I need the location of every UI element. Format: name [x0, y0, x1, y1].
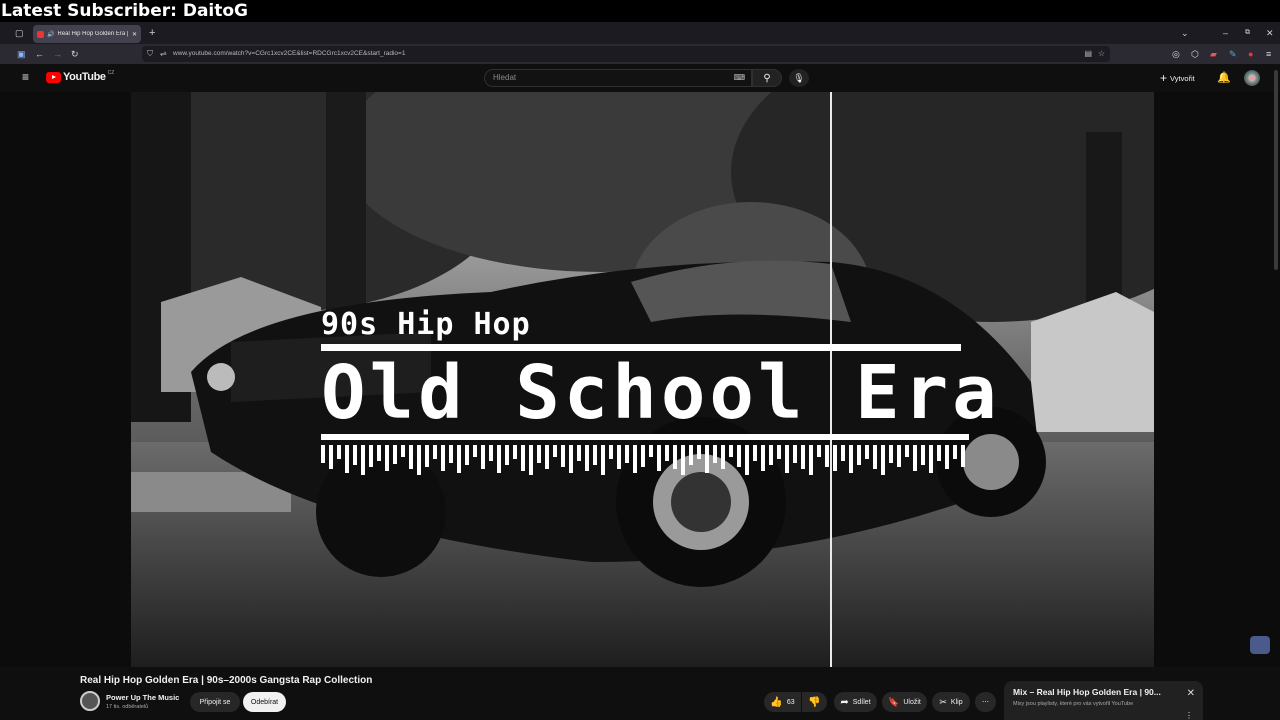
more-actions-button[interactable]: ⋯ [975, 692, 996, 712]
stream-overlay-banner: Latest Subscriber: DaitoG [0, 0, 1280, 22]
like-button[interactable]: 👍 63 [764, 692, 801, 712]
thumbs-up-icon: 👍 [770, 696, 783, 708]
more-horizontal-icon: ⋯ [982, 699, 989, 706]
search-icon: ⚲ [763, 72, 771, 84]
share-label: Sdílet [852, 698, 871, 706]
create-label: Vytvořit [1170, 73, 1195, 83]
close-icon[interactable]: ✕ [1187, 688, 1195, 699]
scrollbar[interactable] [1274, 70, 1278, 270]
player-backdrop-right [1154, 92, 1280, 667]
browser-nav-bar: ▣ ← → ↻ ⛉ ⇌ www.youtube.com/watch?v=CGrc… [0, 44, 1280, 64]
minimize-icon[interactable]: – [1223, 26, 1228, 40]
app-menu-icon[interactable]: ≡ [1266, 47, 1271, 61]
join-button[interactable]: Připojit se [190, 692, 240, 712]
plus-icon: + [1160, 71, 1168, 85]
thumbnail-line2: Old School Era [321, 350, 1001, 436]
speaker-icon[interactable]: 🔊 [47, 31, 54, 38]
more-vertical-icon[interactable]: ⋮ [1185, 711, 1193, 720]
bookmark-star-icon[interactable]: ☆ [1098, 46, 1105, 62]
extensions-icon[interactable]: ⬡ [1191, 47, 1199, 61]
account-icon[interactable]: ◎ [1172, 47, 1180, 61]
search-placeholder: Hledat [493, 73, 517, 82]
url-bar[interactable]: ⛉ ⇌ www.youtube.com/watch?v=CGrc1xcv2CE&… [142, 46, 1110, 62]
list-tabs-icon[interactable]: ⌄ [1181, 26, 1189, 40]
country-code: CZ [107, 70, 115, 76]
extension-blue-icon[interactable]: ✎ [1229, 47, 1237, 61]
notifications-bell-icon[interactable]: 🔔 [1217, 71, 1231, 84]
save-label: Uložit [903, 698, 921, 706]
youtube-play-icon [46, 71, 61, 83]
back-icon[interactable]: ← [35, 47, 44, 61]
subscribe-label: Odebírat [250, 698, 279, 706]
reload-icon[interactable]: ↻ [71, 47, 79, 61]
scissors-icon: ✂ [939, 696, 947, 707]
close-window-icon[interactable]: ✕ [1266, 26, 1274, 40]
floating-widget-icon[interactable] [1250, 636, 1270, 654]
extension-red-icon[interactable]: ▰ [1210, 47, 1217, 61]
thumbs-down-icon: 👎 [808, 696, 821, 708]
browser-tab-strip: ▢ 🔊 Real Hip Hop Golden Era | ✕ + ⌄ – ⧉ … [0, 22, 1280, 44]
share-icon: ➦ [840, 696, 849, 708]
youtube-favicon [37, 30, 44, 38]
youtube-wordmark: YouTube [63, 71, 106, 83]
mix-playlist-panel[interactable]: Mix – Real Hip Hop Golden Era | 90... Mi… [1004, 681, 1203, 720]
create-button[interactable]: + Vytvořit [1160, 71, 1195, 85]
youtube-header: ≡ YouTube CZ Hledat ⌨ ⚲ 🎙 + Vytvořit 🔔 [0, 64, 1280, 92]
new-tab-icon[interactable]: + [149, 26, 155, 40]
forward-icon[interactable]: → [53, 47, 62, 61]
search-input[interactable]: Hledat ⌨ [484, 69, 752, 87]
clip-button[interactable]: ✂ Klip [932, 692, 970, 712]
subscribe-button[interactable]: Odebírat [243, 692, 286, 712]
hamburger-menu-icon[interactable]: ≡ [22, 70, 29, 84]
video-title: Real Hip Hop Golden Era | 90s–2000s Gang… [80, 675, 373, 686]
thumbnail-divider-bottom [321, 434, 969, 440]
tab-overview-icon[interactable]: ▢ [15, 26, 24, 40]
sidebar-icon[interactable]: ▣ [17, 47, 26, 61]
close-tab-icon[interactable]: ✕ [132, 31, 137, 38]
extension-record-icon[interactable]: ● [1248, 47, 1253, 61]
join-label: Připojit se [199, 698, 231, 706]
thumbnail-line1: 90s Hip Hop [321, 307, 531, 342]
keyboard-icon[interactable]: ⌨ [733, 70, 745, 86]
clip-label: Klip [950, 698, 963, 706]
microphone-icon: 🎙 [793, 72, 805, 83]
avatar[interactable] [1244, 70, 1260, 86]
url-text: www.youtube.com/watch?v=CGrc1xcv2CE&list… [173, 50, 406, 57]
subscriber-count: 17 tis. odběratelů [106, 704, 149, 710]
share-button[interactable]: ➦ Sdílet [834, 692, 877, 712]
channel-name[interactable]: Power Up The Music [106, 693, 179, 702]
search-button[interactable]: ⚲ [752, 69, 782, 87]
player-backdrop-left [0, 92, 131, 667]
voice-search-button[interactable]: 🎙 [789, 69, 809, 87]
like-count: 63 [786, 698, 795, 706]
dislike-button[interactable]: 👎 [802, 692, 827, 712]
channel-avatar[interactable] [80, 691, 100, 711]
shield-icon[interactable]: ⛉ [147, 46, 153, 62]
youtube-logo[interactable]: YouTube CZ [46, 70, 115, 83]
reader-view-icon[interactable]: ▤ [1084, 46, 1092, 62]
mix-title: Mix – Real Hip Hop Golden Era | 90... [1013, 687, 1161, 697]
permissions-icon[interactable]: ⇌ [160, 46, 167, 62]
bookmark-icon: 🔖 [888, 696, 900, 707]
save-button[interactable]: 🔖 Uložit [882, 692, 927, 712]
browser-tab-active[interactable]: 🔊 Real Hip Hop Golden Era | ✕ [33, 25, 141, 43]
mix-subtitle: Mixy jsou playlisty, které pro vás vytvo… [1013, 701, 1134, 707]
restore-icon[interactable]: ⧉ [1245, 26, 1250, 40]
tab-title: Real Hip Hop Golden Era | [57, 31, 129, 37]
